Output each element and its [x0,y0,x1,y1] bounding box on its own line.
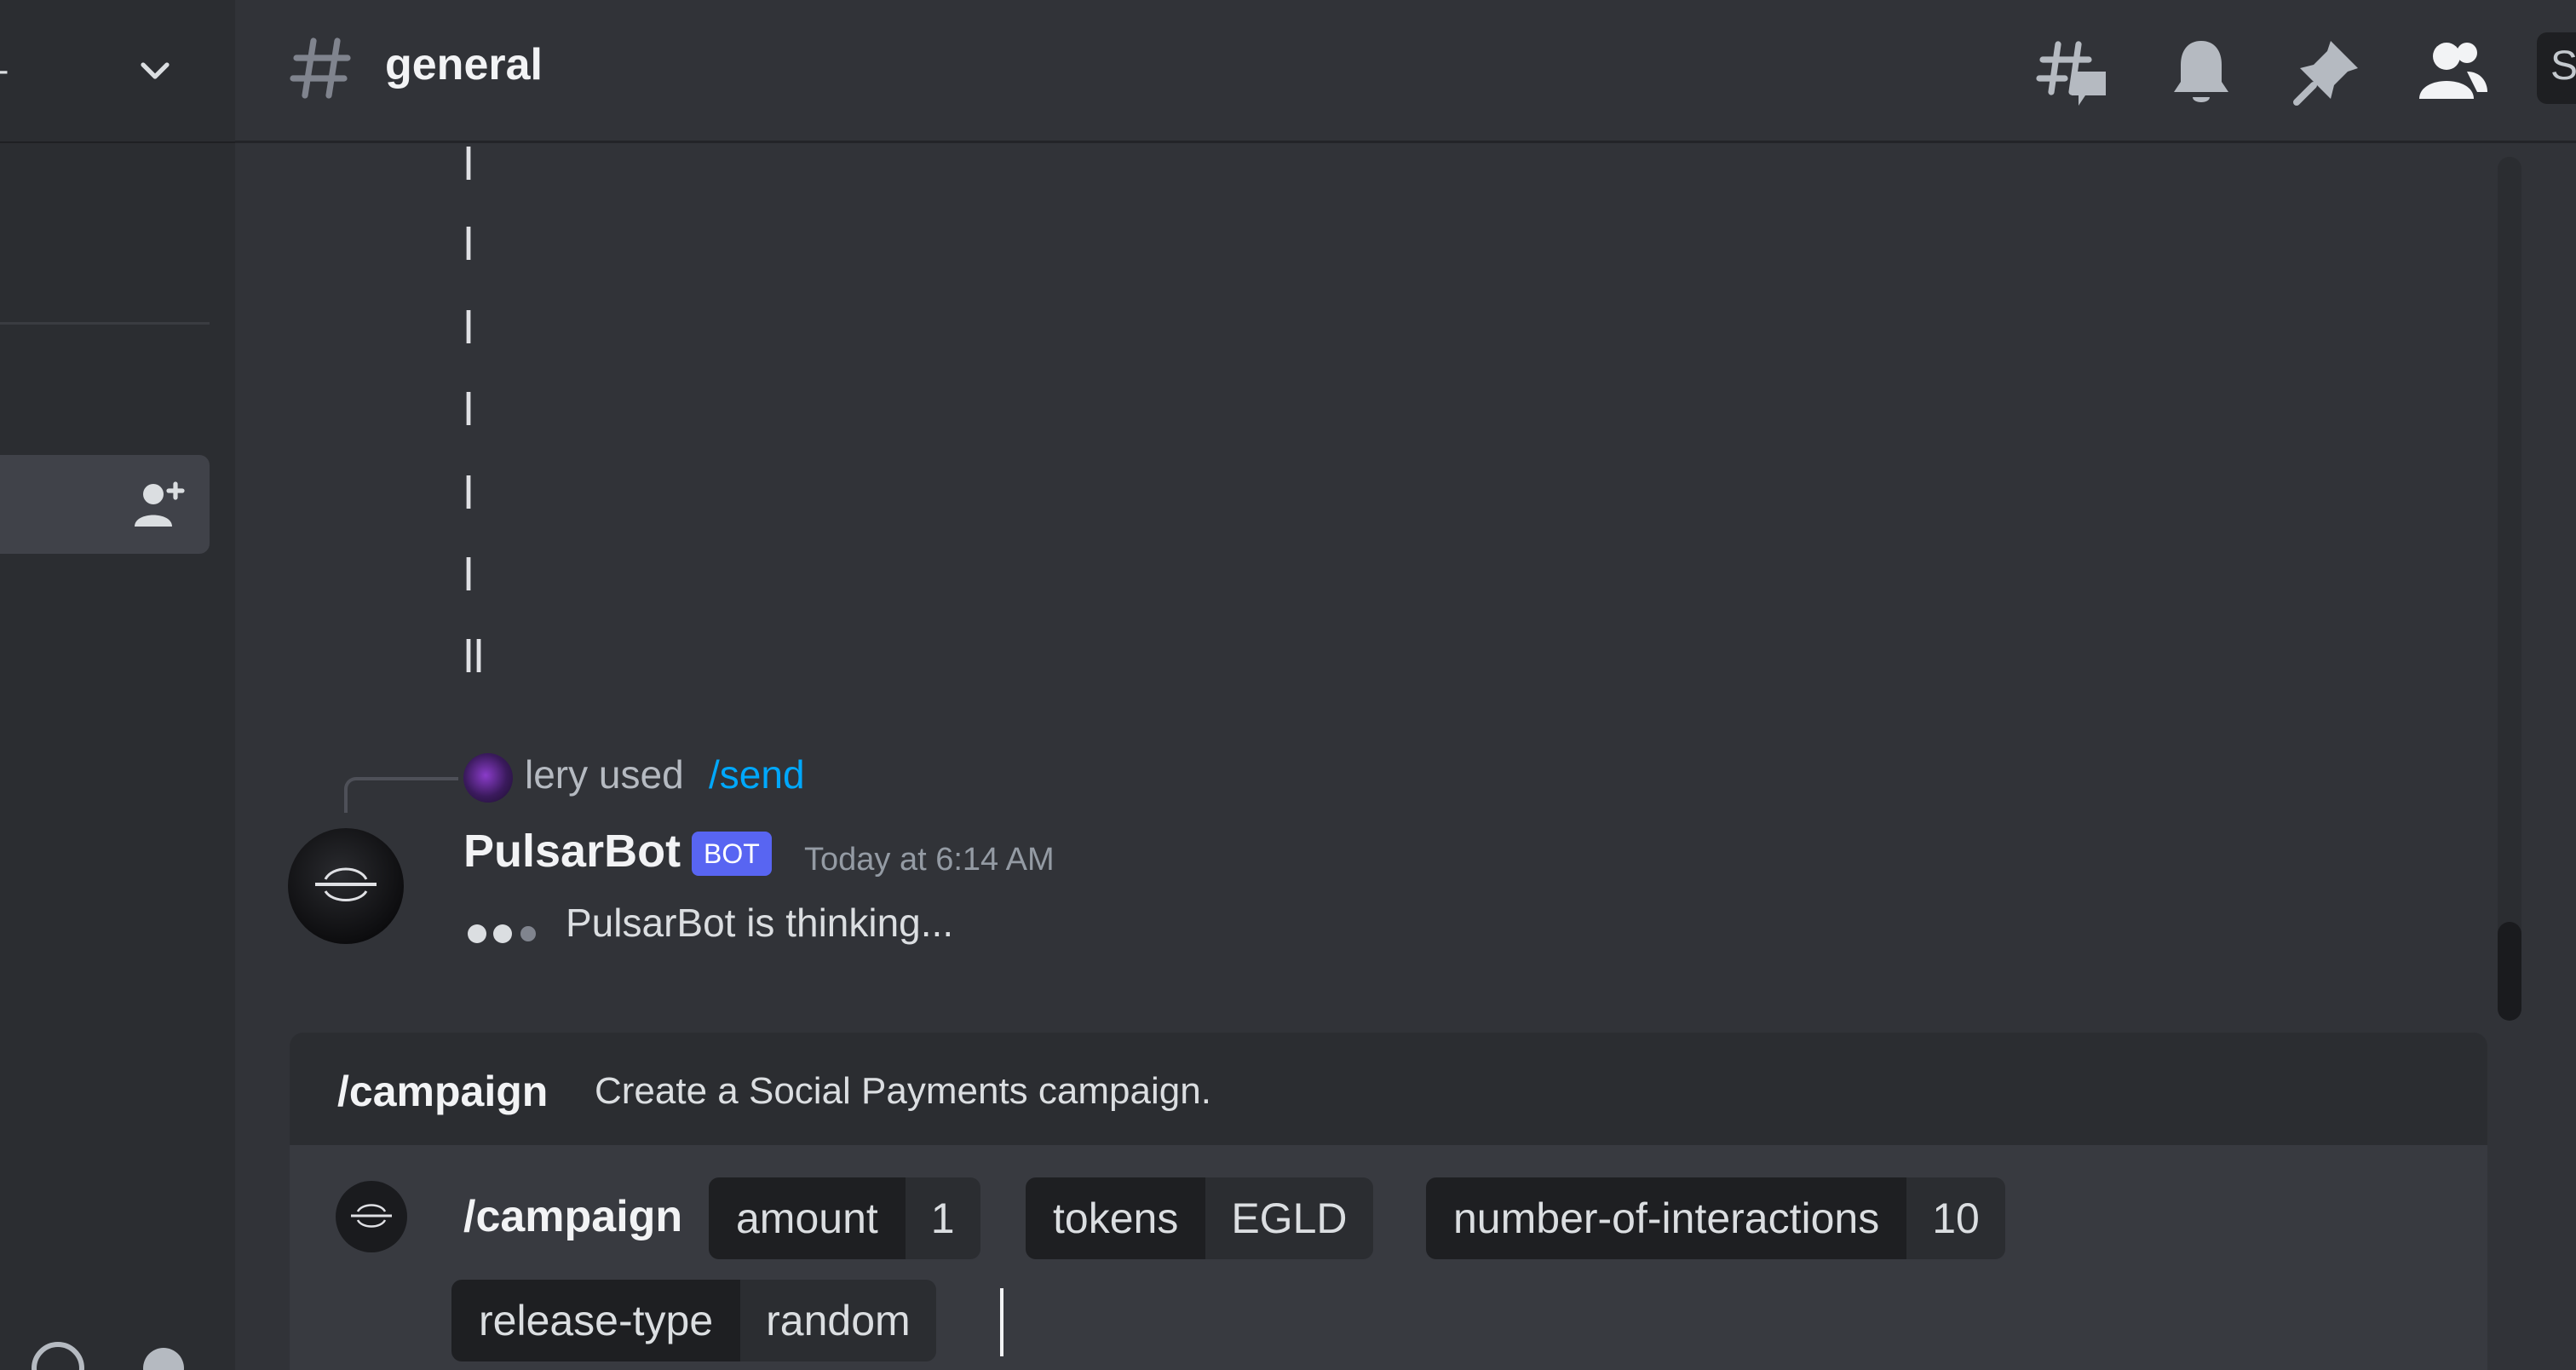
bot-avatar[interactable] [286,826,405,946]
message-line: l [463,302,474,354]
message-list: l l l l l l ll lery used /send PulsarBot… [235,139,2501,1031]
channel-sidebar: - [0,0,235,1370]
option-name: release-type [451,1280,741,1361]
pin-icon[interactable] [2290,34,2365,109]
typing-dots-icon [468,924,536,943]
option-number-of-interactions[interactable]: number-of-interactions 10 [1426,1177,2005,1259]
server-name-fragment: - [0,51,9,90]
hashtag-icon [290,37,351,99]
text-cursor [1000,1288,1003,1356]
message-line: l [463,219,474,270]
message-line: l [463,139,474,190]
option-value[interactable]: random [740,1280,936,1361]
sidebar-divider [0,322,210,325]
scrollbar-thumb[interactable] [2498,922,2521,1021]
command-autocomplete[interactable]: /campaign Create a Social Payments campa… [290,1033,2487,1145]
option-value[interactable]: 1 [905,1177,980,1259]
message-timestamp: Today at 6:14 AM [804,842,1055,878]
message-line: l [463,384,474,435]
user-controls [32,1342,184,1370]
reply-command-link[interactable]: /send [709,751,805,797]
option-tokens[interactable]: tokens EGLD [1026,1177,1373,1259]
message-line: l [463,468,474,519]
server-header[interactable]: - [0,0,235,143]
settings-gear-icon [143,1348,184,1370]
scrollbar-track[interactable] [2498,157,2521,1017]
message-composer[interactable]: /campaign amount 1 tokens EGLD number-of… [290,1145,2487,1370]
channel-title: general [385,40,543,89]
channel-header: general S [235,0,2576,143]
members-icon[interactable] [2416,34,2491,109]
option-value[interactable]: 10 [1906,1177,2005,1259]
composer-command: /campaign [463,1192,683,1241]
search-bar[interactable]: S [2537,32,2576,104]
add-member-icon[interactable] [133,479,187,530]
message-line: ll [463,631,484,682]
autocomplete-description: Create a Social Payments campaign. [595,1070,1211,1112]
reply-connector [344,777,458,813]
chevron-down-icon[interactable] [135,49,175,90]
option-release-type[interactable]: release-type random [451,1280,936,1361]
bell-icon[interactable] [2164,34,2239,109]
message-line: l [463,550,474,601]
autocomplete-command[interactable]: /campaign [337,1067,548,1116]
reply-username[interactable]: lery used [525,751,684,797]
bot-thinking-status: PulsarBot is thinking... [566,901,954,945]
option-name: tokens [1026,1177,1206,1259]
headset-icon [32,1342,84,1370]
reply-user-avatar[interactable] [463,753,513,803]
option-value[interactable]: EGLD [1205,1177,1373,1259]
option-name: number-of-interactions [1426,1177,1907,1259]
option-name: amount [709,1177,906,1259]
bot-app-icon [336,1181,407,1252]
threads-icon[interactable] [2034,34,2109,109]
bot-username[interactable]: PulsarBot [463,825,681,878]
sidebar-channel-item[interactable] [0,455,210,554]
bot-badge: BOT [692,832,772,876]
option-amount[interactable]: amount 1 [709,1177,980,1259]
